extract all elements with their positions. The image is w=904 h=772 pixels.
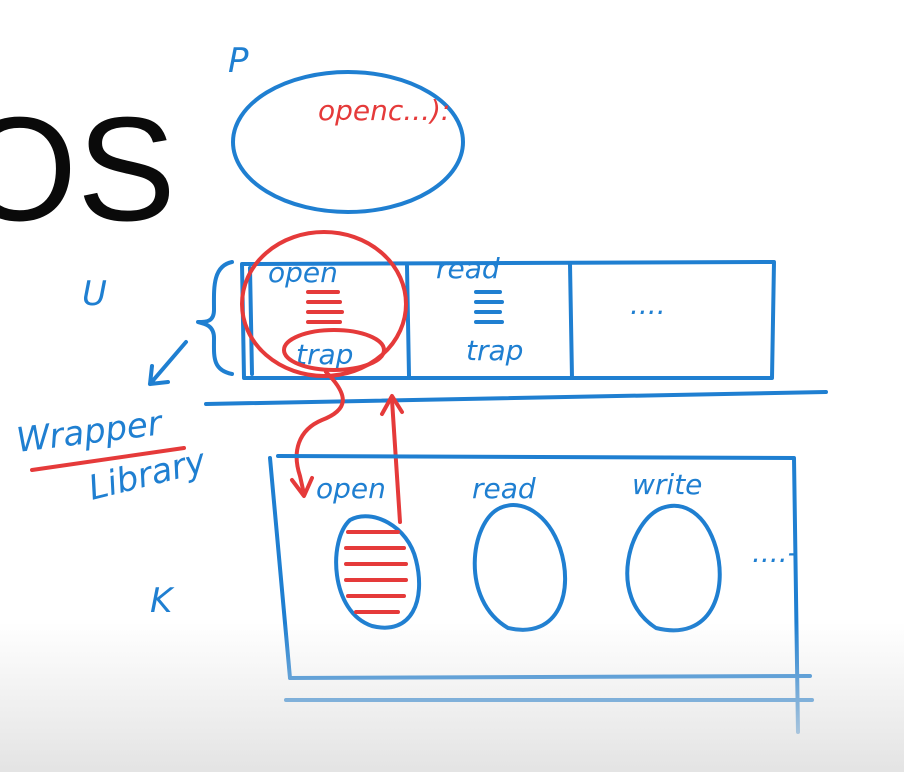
kernel-cell-write-name: write: [632, 468, 702, 501]
user-kernel-boundary: [204, 390, 828, 406]
slide-title-fragment: OS: [0, 87, 176, 252]
kernel-cell-more: ....-: [752, 536, 798, 569]
user-cell-more: ....: [630, 288, 666, 321]
kernel-cell-open-name: open: [316, 472, 386, 505]
user-space-brace: [196, 260, 234, 376]
kernel-cell-open: open: [316, 472, 421, 630]
diagram-canvas: OS P openc...): U open trap read trap ..…: [0, 41, 828, 734]
user-space-label: U: [82, 274, 107, 314]
process-bubble: [231, 70, 465, 214]
user-cell-read: read trap: [436, 252, 523, 367]
wrapper-pointer-arrow: [148, 340, 188, 386]
kernel-cell-write: write: [625, 468, 722, 633]
return-up-arrow: [390, 398, 402, 524]
process-call-text: openc...):: [318, 94, 450, 127]
kernel-cell-read: read: [472, 472, 568, 632]
user-cell-read-name: read: [436, 252, 500, 285]
kernel-cell-read-name: read: [472, 472, 536, 505]
library-label: Library: [85, 441, 211, 509]
user-cell-open-name: open: [268, 256, 338, 289]
kernel-label: K: [150, 581, 175, 621]
user-cell-open: open trap: [268, 256, 386, 372]
user-cell-read-trap: trap: [466, 334, 523, 367]
process-label: P: [228, 41, 249, 81]
